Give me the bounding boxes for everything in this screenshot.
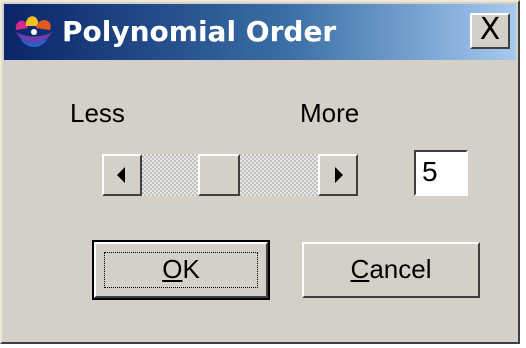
title-bar[interactable]: Polynomial Order X: [4, 4, 516, 60]
ok-button[interactable]: OK: [92, 240, 270, 300]
scroll-left-button[interactable]: [102, 154, 142, 196]
cancel-button[interactable]: Cancel: [302, 242, 480, 298]
order-value: 5: [422, 156, 438, 187]
order-slider[interactable]: [102, 154, 358, 196]
app-icon: [15, 16, 52, 47]
close-button[interactable]: X: [470, 13, 510, 49]
ok-button-label: OK: [162, 254, 200, 284]
slider-thumb[interactable]: [198, 154, 240, 196]
window-title: Polynomial Order: [62, 15, 337, 48]
close-icon: X: [479, 12, 501, 47]
less-label: Less: [70, 98, 125, 128]
arrow-right-icon: [335, 167, 343, 183]
more-label: More: [300, 98, 360, 128]
scroll-right-button[interactable]: [318, 154, 358, 196]
polynomial-order-dialog: Polynomial Order X Less More 5 OK Cancel: [0, 0, 520, 344]
order-value-field[interactable]: 5: [414, 150, 468, 196]
arrow-left-icon: [117, 167, 125, 183]
cancel-button-label: Cancel: [350, 254, 432, 284]
